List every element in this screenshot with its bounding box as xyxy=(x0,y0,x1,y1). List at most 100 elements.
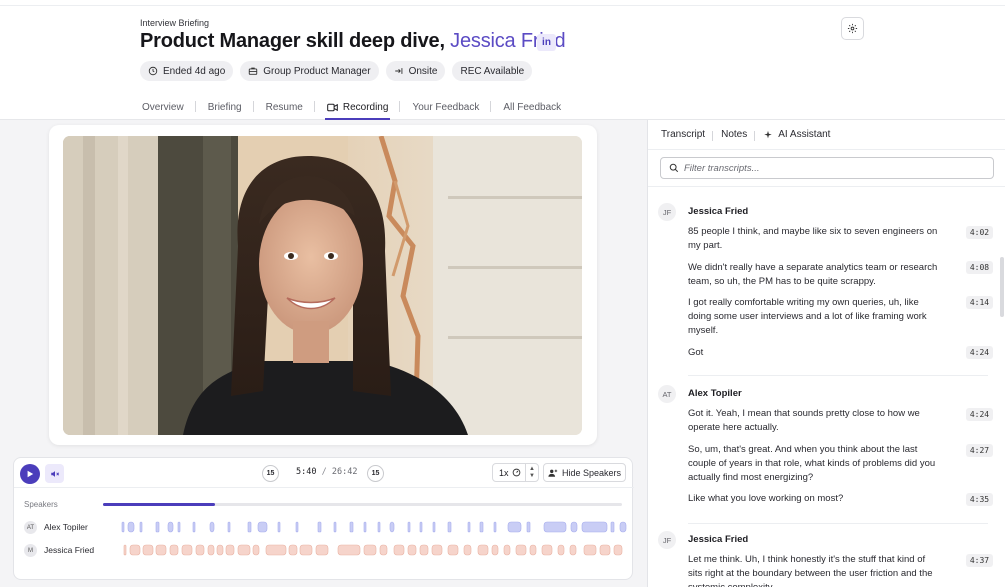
timestamp-button[interactable]: 4:37 xyxy=(966,554,993,567)
speech-segment[interactable] xyxy=(129,544,141,556)
speed-stepper[interactable]: ▲ ▼ xyxy=(525,464,538,481)
linkedin-icon[interactable]: in xyxy=(537,34,556,51)
speech-segment[interactable] xyxy=(467,521,471,533)
speech-segment[interactable] xyxy=(541,544,553,556)
settings-button[interactable] xyxy=(841,17,864,40)
timestamp-button[interactable]: 4:24 xyxy=(966,408,993,421)
speech-segment[interactable] xyxy=(491,544,499,556)
speech-segment[interactable] xyxy=(543,521,567,533)
chevron-down-icon[interactable]: ▼ xyxy=(529,473,535,480)
play-button[interactable] xyxy=(20,464,40,484)
timestamp-button[interactable]: 4:24 xyxy=(966,346,993,359)
speech-segment[interactable] xyxy=(277,521,281,533)
transcript-filter[interactable] xyxy=(660,157,994,179)
speech-segment[interactable] xyxy=(225,544,235,556)
speech-segment[interactable] xyxy=(363,544,377,556)
speech-segment[interactable] xyxy=(447,521,452,533)
speech-segment[interactable] xyxy=(169,544,179,556)
speech-segment[interactable] xyxy=(493,521,497,533)
filter-input[interactable] xyxy=(684,162,974,174)
tab-resume[interactable]: Resume xyxy=(254,94,316,120)
speech-segment[interactable] xyxy=(515,544,527,556)
speech-segment[interactable] xyxy=(619,521,627,533)
tab-briefing[interactable]: Briefing xyxy=(196,94,254,120)
speech-segment[interactable] xyxy=(227,521,231,533)
volume-button[interactable] xyxy=(45,464,64,483)
speech-segment[interactable] xyxy=(295,521,299,533)
tab-all-feedback[interactable]: All Feedback xyxy=(491,94,573,120)
speech-segment[interactable] xyxy=(155,521,160,533)
speech-segment[interactable] xyxy=(142,544,154,556)
speech-segment[interactable] xyxy=(288,544,298,556)
speech-segment[interactable] xyxy=(431,544,443,556)
speech-segment[interactable] xyxy=(349,521,354,533)
speech-segment[interactable] xyxy=(613,544,623,556)
speaker-timeline[interactable] xyxy=(118,543,630,557)
speech-segment[interactable] xyxy=(477,544,489,556)
speech-segment[interactable] xyxy=(121,521,125,533)
speech-segment[interactable] xyxy=(581,521,608,533)
playback-speed[interactable]: 1x ▲ ▼ xyxy=(492,463,539,482)
timestamp-button[interactable]: 4:08 xyxy=(966,261,993,274)
speech-segment[interactable] xyxy=(177,521,181,533)
progress-bar[interactable] xyxy=(103,503,622,506)
speech-segment[interactable] xyxy=(139,521,143,533)
tab-ai-assistant[interactable]: AI Assistant xyxy=(755,120,838,149)
speech-segment[interactable] xyxy=(195,544,205,556)
speech-segment[interactable] xyxy=(599,544,611,556)
speech-segment[interactable] xyxy=(407,544,417,556)
speech-segment[interactable] xyxy=(447,544,459,556)
speech-segment[interactable] xyxy=(583,544,597,556)
chevron-up-icon[interactable]: ▲ xyxy=(529,466,535,473)
speech-segment[interactable] xyxy=(363,521,367,533)
speech-segment[interactable] xyxy=(557,544,565,556)
speech-segment[interactable] xyxy=(610,521,615,533)
speech-segment[interactable] xyxy=(479,521,484,533)
speech-segment[interactable] xyxy=(377,521,381,533)
speech-segment[interactable] xyxy=(192,521,196,533)
speech-segment[interactable] xyxy=(299,544,313,556)
speech-segment[interactable] xyxy=(407,521,411,533)
skip-forward-button[interactable]: 15 xyxy=(367,465,384,482)
speech-segment[interactable] xyxy=(419,521,423,533)
speech-segment[interactable] xyxy=(257,521,268,533)
speaker-timeline[interactable] xyxy=(118,520,630,534)
speech-segment[interactable] xyxy=(333,521,337,533)
speech-segment[interactable] xyxy=(432,521,436,533)
speech-segment[interactable] xyxy=(123,544,127,556)
scrollbar[interactable] xyxy=(1000,257,1004,317)
hide-speakers-button[interactable]: Hide Speakers xyxy=(543,463,626,482)
speech-segment[interactable] xyxy=(127,521,135,533)
speech-segment[interactable] xyxy=(503,544,511,556)
speech-segment[interactable] xyxy=(526,521,531,533)
speech-segment[interactable] xyxy=(237,544,251,556)
speech-segment[interactable] xyxy=(507,521,522,533)
tab-overview[interactable]: Overview xyxy=(130,94,196,120)
video-frame[interactable] xyxy=(63,136,582,435)
speech-segment[interactable] xyxy=(317,521,322,533)
timestamp-button[interactable]: 4:02 xyxy=(966,226,993,239)
speech-segment[interactable] xyxy=(216,544,224,556)
speech-segment[interactable] xyxy=(529,544,537,556)
tab-recording[interactable]: Recording xyxy=(315,94,401,120)
speech-segment[interactable] xyxy=(379,544,388,556)
skip-back-button[interactable]: 15 xyxy=(262,465,279,482)
speech-segment[interactable] xyxy=(265,544,287,556)
timestamp-button[interactable]: 4:35 xyxy=(966,493,993,506)
speech-segment[interactable] xyxy=(167,521,174,533)
tab-notes[interactable]: Notes xyxy=(713,120,756,149)
speech-segment[interactable] xyxy=(315,544,329,556)
speech-segment[interactable] xyxy=(419,544,429,556)
tab-transcript[interactable]: Transcript xyxy=(653,120,714,149)
speech-segment[interactable] xyxy=(181,544,193,556)
speech-segment[interactable] xyxy=(155,544,167,556)
speech-segment[interactable] xyxy=(570,521,578,533)
timestamp-button[interactable]: 4:27 xyxy=(966,444,993,457)
speech-segment[interactable] xyxy=(207,544,215,556)
speech-segment[interactable] xyxy=(393,544,405,556)
speech-segment[interactable] xyxy=(569,544,577,556)
speech-segment[interactable] xyxy=(463,544,472,556)
speech-segment[interactable] xyxy=(252,544,260,556)
speech-segment[interactable] xyxy=(209,521,215,533)
tab-your-feedback[interactable]: Your Feedback xyxy=(400,94,492,120)
